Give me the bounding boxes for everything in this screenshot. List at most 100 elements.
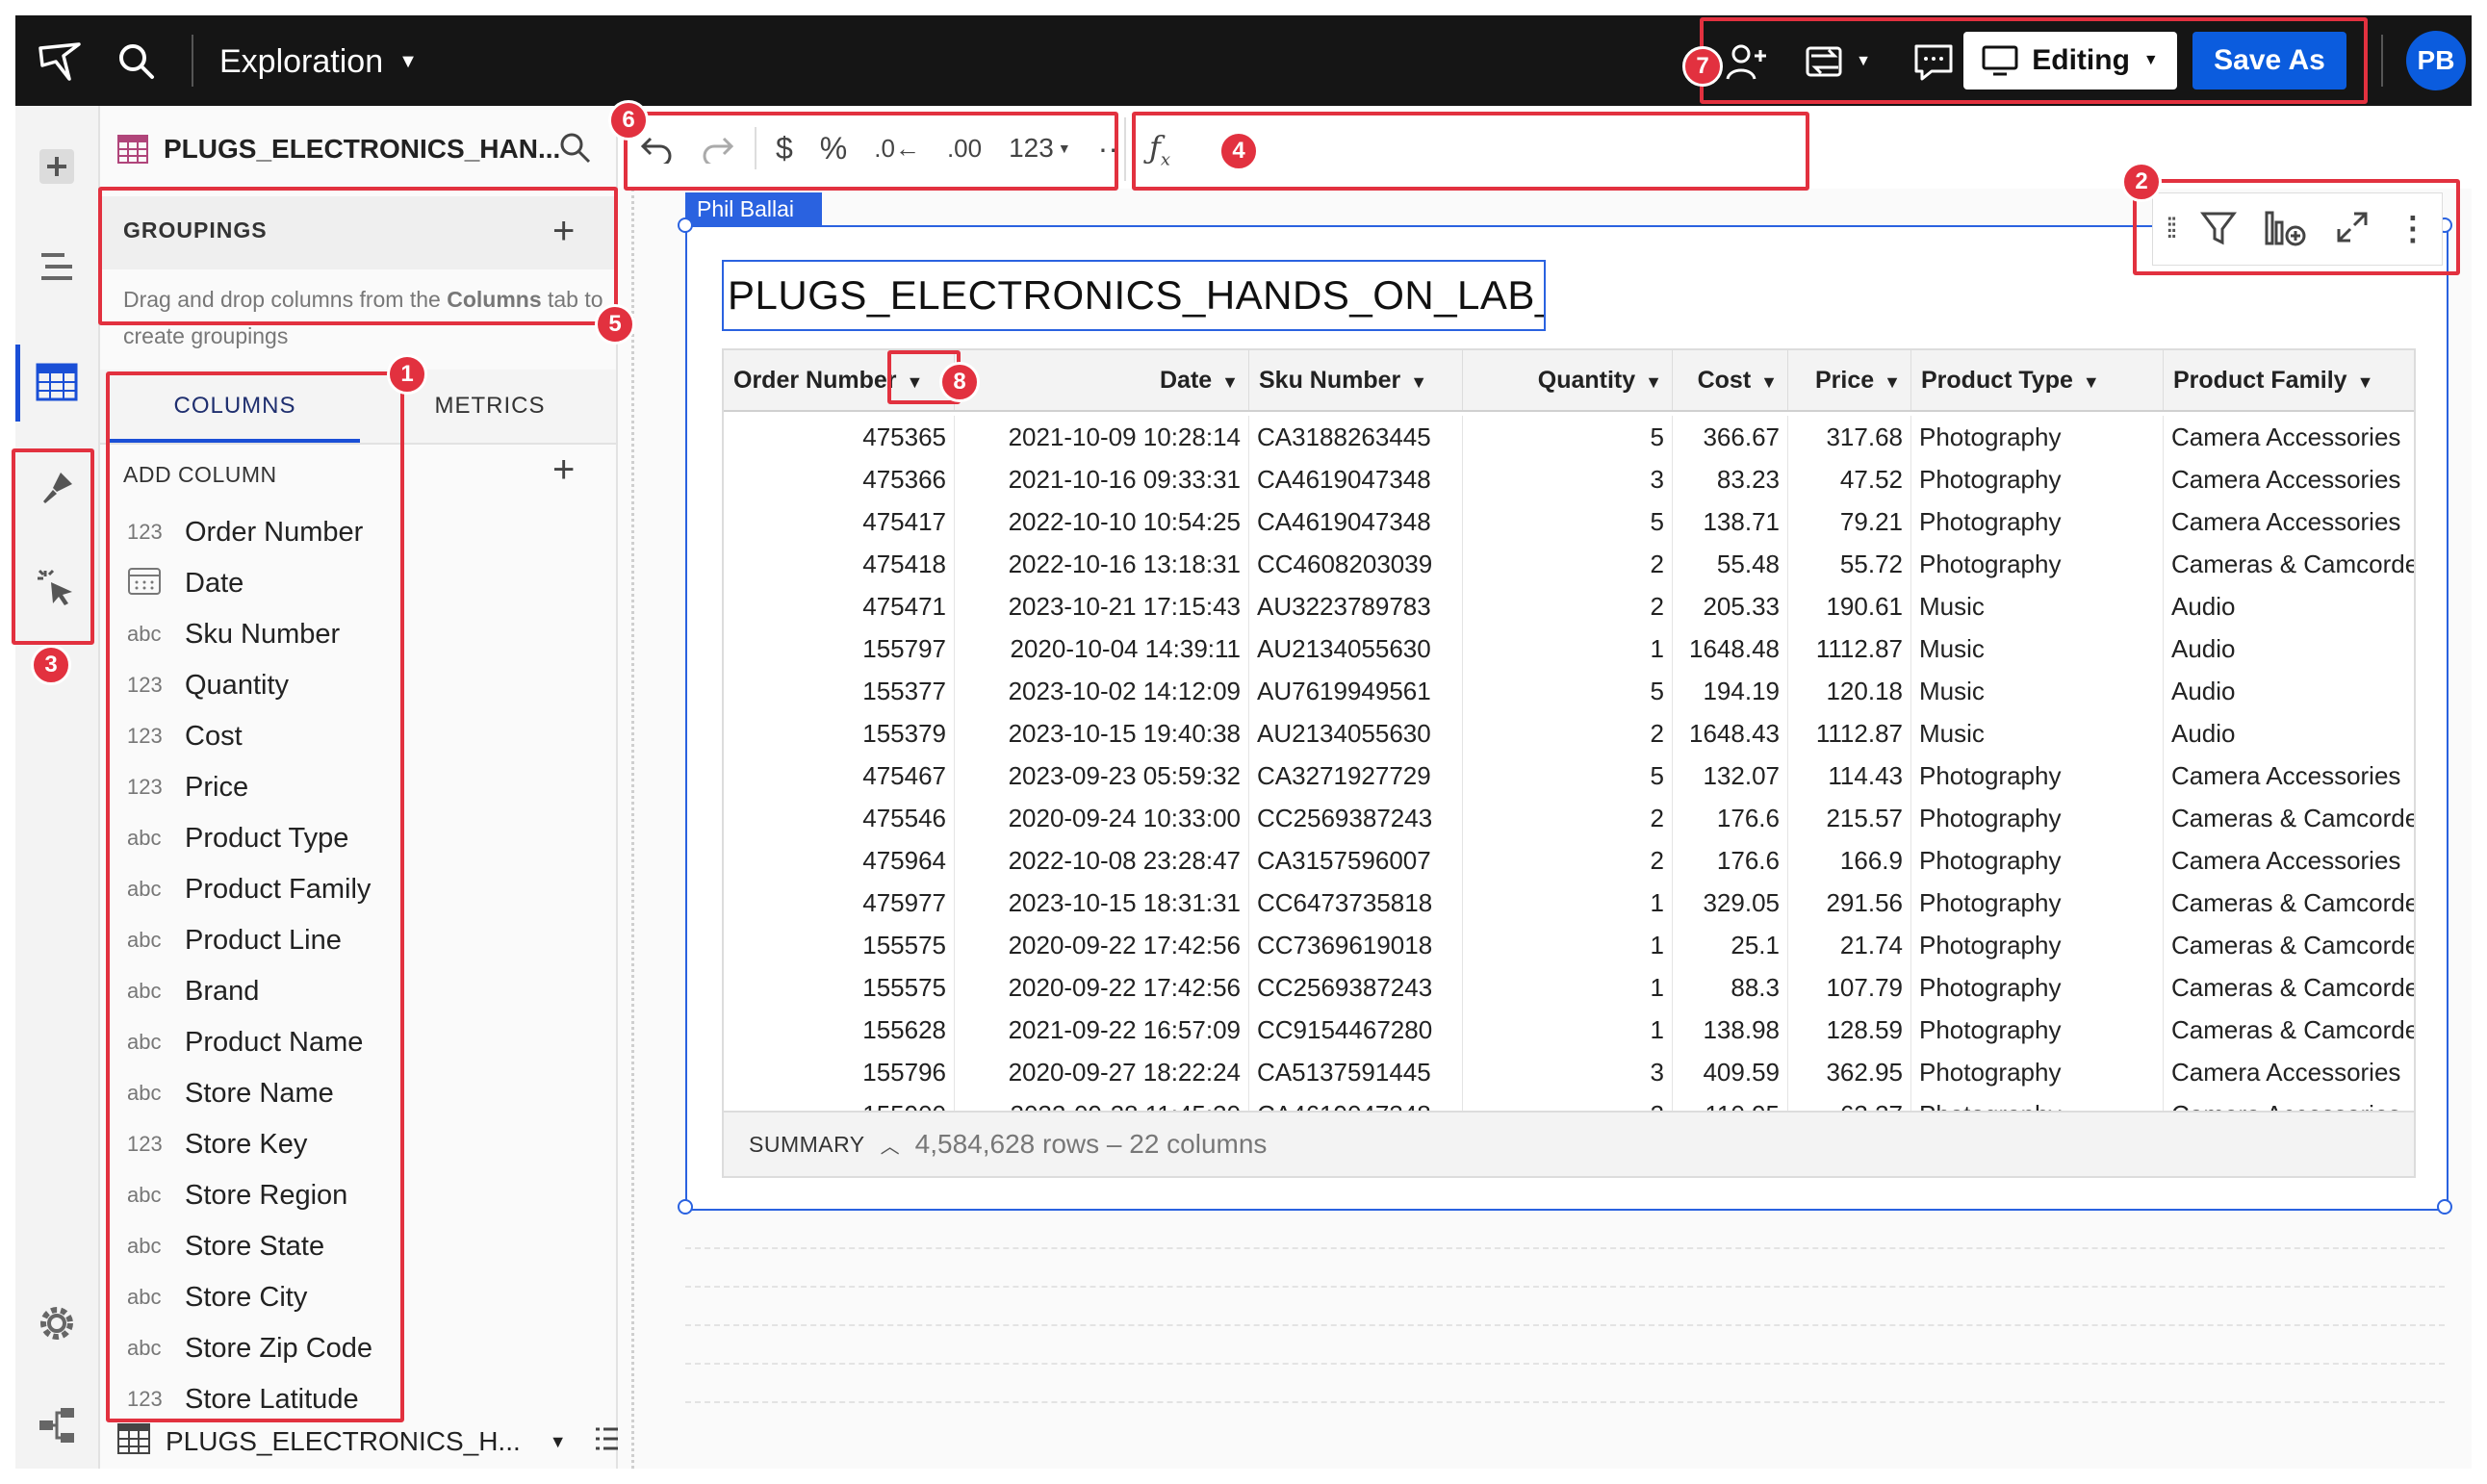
table-cell[interactable]: Photography: [1911, 458, 2164, 500]
table-cell[interactable]: 2023-10-21 17:15:43: [955, 585, 1249, 627]
table-cell[interactable]: 475546: [724, 797, 955, 839]
table-row[interactable]: 155379 2023-10-15 19:40:38 AU2134055630 2 16…: [724, 712, 2414, 755]
table-cell[interactable]: 155796: [724, 1051, 955, 1093]
table-cell[interactable]: 176.6: [1673, 797, 1788, 839]
table-cell[interactable]: Photography: [1911, 797, 2164, 839]
table-cell[interactable]: 1: [1463, 1009, 1673, 1051]
table-cell[interactable]: CC7369619018: [1249, 924, 1463, 966]
add-column-button[interactable]: +: [552, 448, 575, 492]
table-cell[interactable]: Photography: [1911, 1093, 2164, 1111]
table-cell[interactable]: 2022-10-16 13:18:31: [955, 543, 1249, 585]
table-cell[interactable]: CA4619047348: [1249, 1093, 1463, 1111]
table-cell[interactable]: CA3271927729: [1249, 755, 1463, 797]
table-cell[interactable]: 475417: [724, 500, 955, 543]
table-cell[interactable]: 1: [1463, 966, 1673, 1009]
table-cell[interactable]: CA3188263445: [1249, 416, 1463, 458]
table-cell[interactable]: 166.9: [1788, 839, 1911, 882]
table-cell[interactable]: Camera Accessories: [2164, 755, 2414, 797]
table-cell[interactable]: 176.6: [1673, 839, 1788, 882]
resize-handle[interactable]: [678, 217, 693, 233]
table-row[interactable]: 475471 2023-10-21 17:15:43 AU3223789783 2 20…: [724, 585, 2414, 627]
table-cell[interactable]: 2: [1463, 543, 1673, 585]
table-cell[interactable]: Photography: [1911, 1051, 2164, 1093]
table-cell[interactable]: 475365: [724, 416, 955, 458]
table-cell[interactable]: Cameras & Camcorders: [2164, 966, 2414, 1009]
column-header[interactable]: Quantity ▼: [1463, 350, 1673, 410]
table-cell[interactable]: 155797: [724, 627, 955, 670]
table-cell[interactable]: Photography: [1911, 924, 2164, 966]
table-cell[interactable]: 2021-10-09 10:28:14: [955, 416, 1249, 458]
table-cell[interactable]: 1648.48: [1673, 627, 1788, 670]
table-cell[interactable]: 2020-09-22 17:42:56: [955, 966, 1249, 1009]
column-header[interactable]: Cost ▼: [1673, 350, 1788, 410]
table-cell[interactable]: 114.43: [1788, 755, 1911, 797]
table-row[interactable]: 155797 2020-10-04 14:39:11 AU2134055630 1 16…: [724, 627, 2414, 670]
resize-handle[interactable]: [678, 1199, 693, 1215]
table-cell[interactable]: 83.23: [1673, 458, 1788, 500]
table-cell[interactable]: Cameras & Camcorders: [2164, 882, 2414, 924]
table-row[interactable]: 475366 2021-10-16 09:33:31 CA4619047348 3 83…: [724, 458, 2414, 500]
table-cell[interactable]: 475467: [724, 755, 955, 797]
table-row[interactable]: 155377 2023-10-02 14:12:09 AU7619949561 5 19…: [724, 670, 2414, 712]
table-cell[interactable]: 155575: [724, 924, 955, 966]
table-cell[interactable]: 2023-09-23 05:59:32: [955, 755, 1249, 797]
table-cell[interactable]: Music: [1911, 670, 2164, 712]
table-cell[interactable]: Photography: [1911, 966, 2164, 1009]
table-cell[interactable]: Cameras & Camcorders: [2164, 924, 2414, 966]
table-row[interactable]: 475467 2023-09-23 05:59:32 CA3271927729 5 13…: [724, 755, 2414, 797]
table-cell[interactable]: 2020-10-04 14:39:11: [955, 627, 1249, 670]
table-cell[interactable]: 475964: [724, 839, 955, 882]
table-row[interactable]: 475418 2022-10-16 13:18:31 CC4608203039 2 55…: [724, 543, 2414, 585]
table-cell[interactable]: Photography: [1911, 755, 2164, 797]
table-cell[interactable]: 2: [1463, 585, 1673, 627]
table-cell[interactable]: CA4619047348: [1249, 458, 1463, 500]
table-cell[interactable]: 3: [1463, 1051, 1673, 1093]
column-header[interactable]: Product Family ▼: [2164, 350, 2414, 410]
chevron-down-icon[interactable]: ▼: [1760, 372, 1778, 392]
table-cell[interactable]: 2021-09-22 16:57:09: [955, 1009, 1249, 1051]
table-cell[interactable]: 5: [1463, 755, 1673, 797]
table-cell[interactable]: 138.98: [1673, 1009, 1788, 1051]
table-cell[interactable]: 132.07: [1673, 755, 1788, 797]
chevron-down-icon[interactable]: ▼: [1645, 372, 1662, 392]
table-cell[interactable]: 2020-09-24 10:33:00: [955, 797, 1249, 839]
table-cell[interactable]: 2022-10-08 23:28:47: [955, 839, 1249, 882]
table-cell[interactable]: 155377: [724, 670, 955, 712]
table-cell[interactable]: 1: [1463, 924, 1673, 966]
table-cell[interactable]: 1: [1463, 627, 1673, 670]
table-cell[interactable]: 155628: [724, 1009, 955, 1051]
table-cell[interactable]: 2023-10-02 14:12:09: [955, 670, 1249, 712]
search-icon[interactable]: [112, 37, 162, 87]
table-row[interactable]: 155796 2020-09-27 18:22:24 CA5137591445 3 40…: [724, 1051, 2414, 1093]
table-cell[interactable]: 155900: [724, 1093, 955, 1111]
table-cell[interactable]: 2: [1463, 797, 1673, 839]
table-cell[interactable]: CA5137591445: [1249, 1051, 1463, 1093]
table-cell[interactable]: 362.95: [1788, 1051, 1911, 1093]
table-cell[interactable]: Camera Accessories: [2164, 458, 2414, 500]
table-cell[interactable]: Photography: [1911, 1009, 2164, 1051]
table-row[interactable]: 155628 2021-09-22 16:57:09 CC9154467280 1 13…: [724, 1009, 2414, 1051]
table-cell[interactable]: 1: [1463, 882, 1673, 924]
table-cell[interactable]: Camera Accessories: [2164, 839, 2414, 882]
table-cell[interactable]: 215.57: [1788, 797, 1911, 839]
table-cell[interactable]: 291.56: [1788, 882, 1911, 924]
chevron-down-icon[interactable]: ▼: [1221, 372, 1239, 392]
table-cell[interactable]: 366.67: [1673, 416, 1788, 458]
table-cell[interactable]: 21.74: [1788, 924, 1911, 966]
table-cell[interactable]: 5: [1463, 500, 1673, 543]
table-cell[interactable]: Camera Accessories: [2164, 500, 2414, 543]
table-cell[interactable]: CC2569387243: [1249, 797, 1463, 839]
table-cell[interactable]: 2021-10-16 09:33:31: [955, 458, 1249, 500]
table-data-icon[interactable]: [31, 356, 83, 408]
chevron-down-icon[interactable]: ▼: [1884, 372, 1901, 392]
table-cell[interactable]: Music: [1911, 712, 2164, 755]
table-cell[interactable]: Cameras & Camcorders: [2164, 1009, 2414, 1051]
table-cell[interactable]: Music: [1911, 627, 2164, 670]
table-cell[interactable]: 88.3: [1673, 966, 1788, 1009]
avatar[interactable]: PB: [2406, 31, 2466, 90]
table-cell[interactable]: 1112.87: [1788, 627, 1911, 670]
sigma-logo-icon[interactable]: [35, 37, 85, 87]
settings-gear-icon[interactable]: [31, 1297, 83, 1349]
resize-handle[interactable]: [2437, 1199, 2452, 1215]
column-header[interactable]: Price ▼: [1788, 350, 1911, 410]
